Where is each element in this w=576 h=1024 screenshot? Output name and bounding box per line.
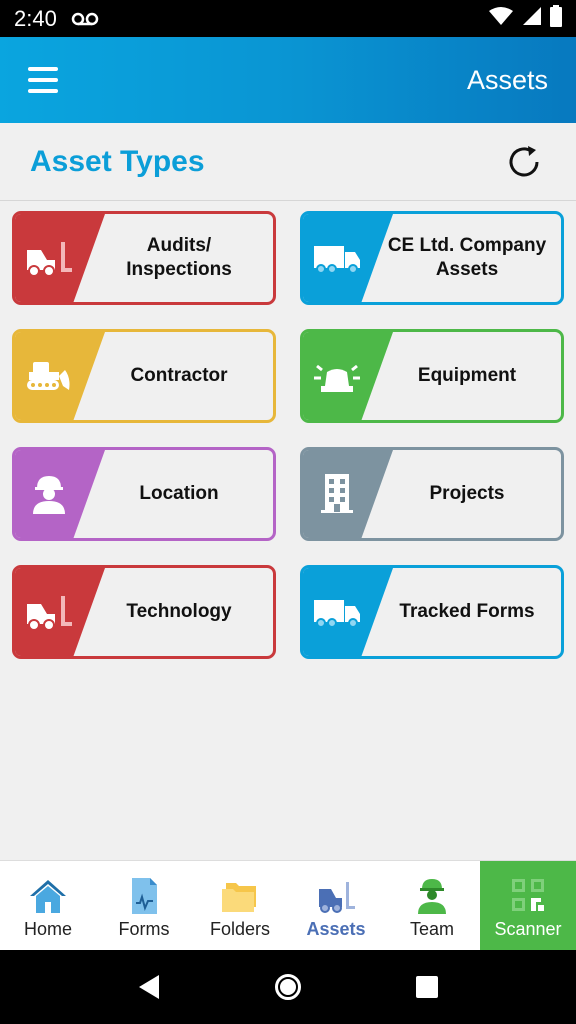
nav-label: Folders — [209, 919, 271, 939]
bulldozer-icon — [27, 362, 70, 390]
home-button[interactable] — [268, 967, 308, 1007]
tile-tracked-forms[interactable]: Tracked Forms — [300, 565, 564, 659]
battery-icon — [550, 5, 562, 32]
voicemail-icon — [71, 12, 99, 26]
forklift-icon — [27, 596, 72, 631]
status-bar: 2:40 — [0, 0, 576, 37]
tile-label: Location — [139, 483, 219, 504]
tile-label: Audits/ Inspections — [126, 235, 232, 280]
signal-icon — [522, 6, 542, 31]
form-icon — [132, 878, 157, 914]
tile-label: Projects — [429, 483, 505, 504]
page-title: Assets — [466, 64, 548, 95]
forklift-icon — [319, 882, 355, 913]
tile-label: Equipment — [417, 365, 517, 386]
tile-contractor[interactable]: Contractor — [12, 329, 276, 423]
tile-projects[interactable]: Projects — [300, 447, 564, 541]
refresh-icon[interactable] — [502, 140, 546, 184]
asset-type-grid: Audits/ Inspections CE Ltd. Company Asse… — [12, 211, 564, 659]
back-button[interactable] — [129, 967, 169, 1007]
building-icon — [321, 474, 353, 513]
tile-label: CE Ltd. Company Assets — [387, 235, 547, 280]
bottom-navigation: Home Forms Folders Assets Team Scanner — [0, 860, 576, 951]
nav-label: Forms — [118, 919, 170, 939]
folders-icon — [222, 883, 256, 912]
tile-technology[interactable]: Technology — [12, 565, 276, 659]
worker-icon — [418, 879, 446, 914]
home-icon — [30, 880, 66, 913]
nav-label: Assets — [306, 919, 366, 939]
tile-location[interactable]: Location — [12, 447, 276, 541]
wifi-icon — [488, 6, 514, 31]
truck-icon — [314, 600, 360, 628]
tile-label: Tracked Forms — [399, 601, 535, 622]
tile-audits-inspections[interactable]: Audits/ Inspections — [12, 211, 276, 305]
forklift-icon — [27, 242, 72, 277]
siren-icon — [314, 364, 360, 392]
nav-team[interactable]: Team — [384, 861, 480, 951]
worker-icon — [33, 476, 65, 514]
status-icons — [488, 5, 562, 32]
tile-label: Technology — [126, 601, 232, 622]
recents-button[interactable] — [407, 967, 447, 1007]
truck-icon — [314, 246, 360, 274]
tile-label: Contractor — [130, 365, 228, 386]
tile-equipment[interactable]: Equipment — [300, 329, 564, 423]
app-bar: Assets — [0, 37, 576, 123]
nav-label: Team — [409, 919, 454, 939]
nav-label: Scanner — [494, 919, 562, 939]
section-header: Asset Types — [0, 123, 576, 201]
nav-folders[interactable]: Folders — [192, 861, 288, 951]
section-title: Asset Types — [30, 144, 205, 178]
qr-code-icon — [512, 879, 544, 911]
nav-forms[interactable]: Forms — [96, 861, 192, 951]
hamburger-menu-icon[interactable] — [28, 67, 58, 93]
nav-label: Home — [23, 919, 72, 939]
nav-assets[interactable]: Assets — [288, 861, 384, 951]
tile-ce-ltd-company-assets[interactable]: CE Ltd. Company Assets — [300, 211, 564, 305]
nav-home[interactable]: Home — [0, 861, 96, 951]
status-time: 2:40 — [14, 5, 57, 31]
system-navigation-bar — [0, 950, 576, 1024]
nav-scanner[interactable]: Scanner — [480, 861, 576, 951]
